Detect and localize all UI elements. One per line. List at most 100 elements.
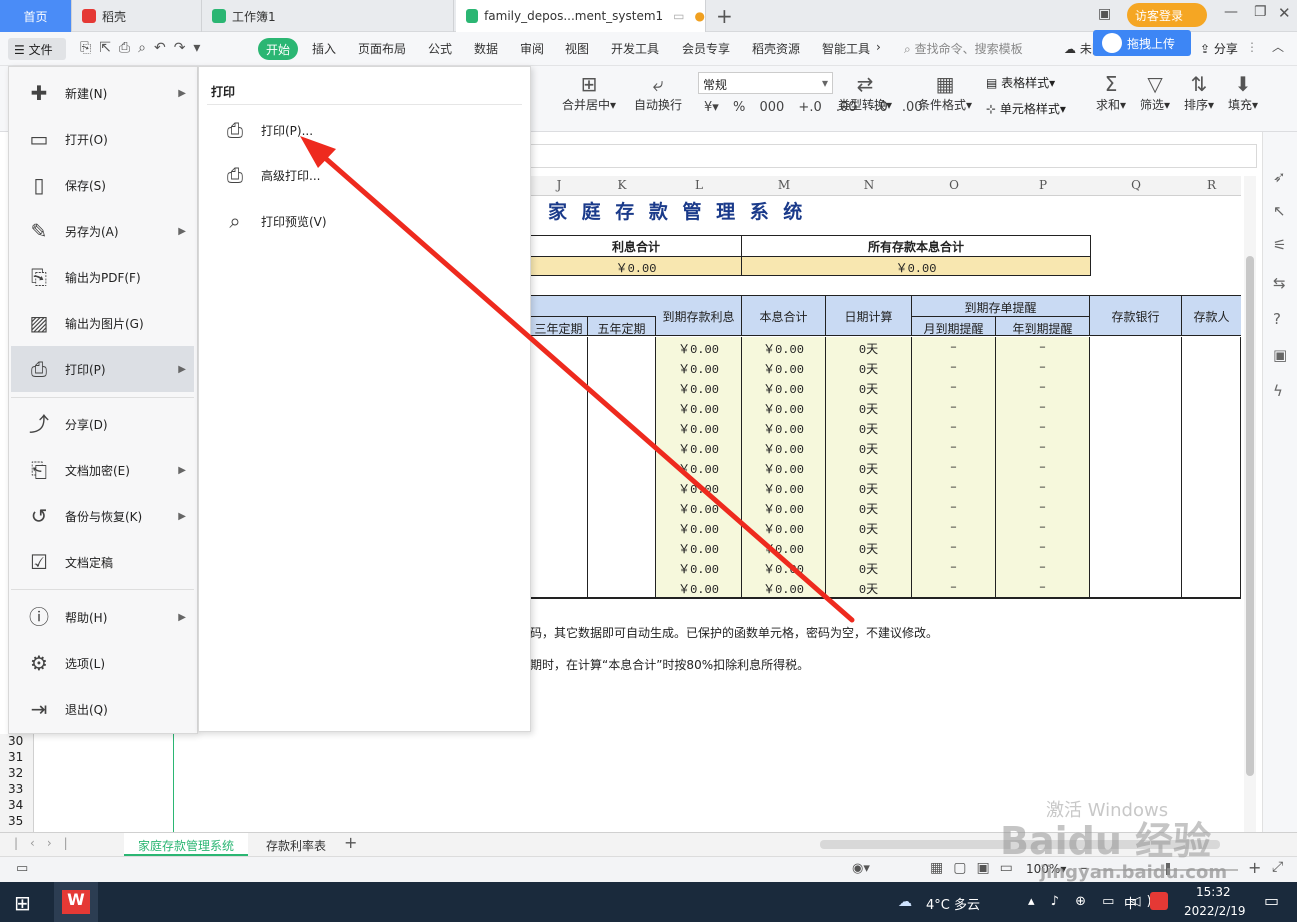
table-cell[interactable] <box>1090 497 1182 517</box>
table-cell[interactable] <box>1182 537 1241 557</box>
table-cell[interactable]: ￥0.00 <box>742 557 826 577</box>
table-cell[interactable]: ￥0.00 <box>742 517 826 537</box>
all-total-value[interactable]: ￥0.00 <box>742 256 1090 276</box>
file-menu-button[interactable]: ☰ 文件 <box>8 38 66 60</box>
table-cell[interactable]: – <box>912 477 996 497</box>
tab-smart-tools[interactable]: 智能工具 <box>822 40 870 57</box>
table-cell[interactable] <box>1182 437 1241 457</box>
table-cell[interactable]: ￥0.00 <box>656 397 742 417</box>
table-cell[interactable]: 0天 <box>826 457 912 477</box>
table-cell[interactable]: – <box>912 437 996 457</box>
row-number[interactable]: 32 <box>0 766 33 782</box>
menu-finalize[interactable]: ☑ 文档定稿 <box>11 539 194 585</box>
table-cell[interactable] <box>1182 377 1241 397</box>
table-cell[interactable]: ￥0.00 <box>656 537 742 557</box>
more-tabs-icon[interactable]: › <box>876 40 881 54</box>
table-cell[interactable]: 0天 <box>826 497 912 517</box>
table-cell[interactable]: ￥0.00 <box>742 437 826 457</box>
advanced-print-button[interactable]: ⎙ 高级打印... <box>223 157 320 193</box>
tab-document[interactable]: family_depos...ment_system1 ▭ ● <box>456 0 706 32</box>
menu-print[interactable]: ⎙ 打印(P) ▶ <box>11 346 194 392</box>
table-cell[interactable]: ￥0.00 <box>656 577 742 597</box>
table-cell[interactable]: ￥0.00 <box>656 477 742 497</box>
eye-protection-icon[interactable]: ◉▾ <box>852 861 870 876</box>
table-cell[interactable]: – <box>912 577 996 597</box>
table-cell[interactable]: 0天 <box>826 417 912 437</box>
table-cell[interactable]: ￥0.00 <box>656 377 742 397</box>
table-cell[interactable] <box>530 397 588 417</box>
table-cell[interactable]: – <box>996 337 1090 357</box>
table-cell[interactable]: – <box>912 357 996 377</box>
wps-taskbar-button[interactable]: W <box>54 882 98 922</box>
tab-review[interactable]: 审阅 <box>520 40 544 57</box>
sum-button[interactable]: Σ 求和▾ <box>1096 72 1126 113</box>
table-cell[interactable]: ￥0.00 <box>742 337 826 357</box>
share-button[interactable]: ⇪ 分享 <box>1200 40 1238 57</box>
table-cell[interactable] <box>588 417 656 437</box>
row-number[interactable]: 35 <box>0 814 33 830</box>
more-options-icon[interactable]: ⋮ <box>1246 40 1258 54</box>
table-cell[interactable]: – <box>996 457 1090 477</box>
table-cell[interactable]: ￥0.00 <box>742 377 826 397</box>
table-cell[interactable]: ￥0.00 <box>656 457 742 477</box>
column-header[interactable]: J <box>530 178 588 192</box>
table-cell[interactable] <box>530 557 588 577</box>
status-icon[interactable]: ▭ <box>16 861 28 876</box>
table-cell[interactable]: ￥0.00 <box>742 537 826 557</box>
clock-date[interactable]: 2022/2/19 <box>1184 904 1246 918</box>
tab-daoke-resources[interactable]: 稻壳资源 <box>752 40 800 57</box>
table-cell[interactable]: 0天 <box>826 337 912 357</box>
add-sheet-button[interactable]: + <box>344 833 357 852</box>
print-button[interactable]: ⎙ 打印(P)... <box>223 112 313 148</box>
table-cell[interactable]: ￥0.00 <box>656 557 742 577</box>
row-number[interactable]: 31 <box>0 750 33 766</box>
filter-button[interactable]: ▽ 筛选▾ <box>1140 72 1170 113</box>
table-cell[interactable]: 0天 <box>826 477 912 497</box>
type-convert-button[interactable]: ⇄ 类型转换▾ <box>838 72 892 113</box>
lightning-icon[interactable]: ϟ <box>1273 382 1283 400</box>
sheet-tab-active[interactable]: 家庭存款管理系统 <box>124 833 248 856</box>
table-cell[interactable] <box>530 457 588 477</box>
tab-workbook1[interactable]: 工作簿1 <box>202 0 454 32</box>
table-cell[interactable]: 0天 <box>826 357 912 377</box>
table-cell[interactable]: 0天 <box>826 437 912 457</box>
tab-member[interactable]: 会员专享 <box>682 40 730 57</box>
table-cell[interactable] <box>1182 417 1241 437</box>
tab-home[interactable]: 首页 <box>0 0 72 32</box>
table-cell[interactable]: – <box>996 477 1090 497</box>
windows-start-icon[interactable]: ⊞ <box>14 891 31 915</box>
table-cell[interactable]: – <box>912 457 996 477</box>
minimize-icon[interactable]: — <box>1224 4 1238 20</box>
table-cell[interactable] <box>588 537 656 557</box>
table-cell[interactable] <box>1090 377 1182 397</box>
table-cell[interactable] <box>588 397 656 417</box>
visitor-login-button[interactable]: 访客登录 <box>1127 3 1207 27</box>
table-cell[interactable]: ￥0.00 <box>742 357 826 377</box>
table-cell[interactable]: – <box>996 417 1090 437</box>
table-cell[interactable] <box>1090 437 1182 457</box>
tab-insert[interactable]: 插入 <box>312 40 336 57</box>
table-cell[interactable] <box>1182 397 1241 417</box>
table-cell[interactable]: ￥0.00 <box>656 497 742 517</box>
scrollbar-thumb[interactable] <box>1246 256 1254 776</box>
table-cell[interactable]: 0天 <box>826 557 912 577</box>
column-header[interactable]: K <box>588 178 656 192</box>
menu-encrypt[interactable]: ⎗ 文档加密(E) ▶ <box>11 447 194 493</box>
table-cell[interactable]: ￥0.00 <box>742 477 826 497</box>
vertical-scrollbar[interactable] <box>1244 176 1256 832</box>
table-cell[interactable]: ￥0.00 <box>742 577 826 597</box>
transfer-icon[interactable]: ⇆ <box>1273 274 1286 292</box>
table-cell[interactable] <box>588 337 656 357</box>
merge-center-button[interactable]: ⊞ 合并居中▾ <box>562 72 616 113</box>
table-cell[interactable] <box>1182 337 1241 357</box>
table-style-button[interactable]: ▤ 表格样式▾ <box>986 74 1055 91</box>
menu-open[interactable]: ▭ 打开(O) <box>11 116 194 162</box>
clock-time[interactable]: 15:32 <box>1196 885 1231 899</box>
table-cell[interactable]: – <box>996 357 1090 377</box>
table-cell[interactable] <box>1182 497 1241 517</box>
command-search[interactable]: ⌕ 查找命令、搜索模板 <box>904 40 1023 57</box>
row-number[interactable]: 34 <box>0 798 33 814</box>
table-cell[interactable]: – <box>996 537 1090 557</box>
notification-icon[interactable]: ▭ <box>1264 891 1279 910</box>
table-cell[interactable] <box>1090 577 1182 597</box>
